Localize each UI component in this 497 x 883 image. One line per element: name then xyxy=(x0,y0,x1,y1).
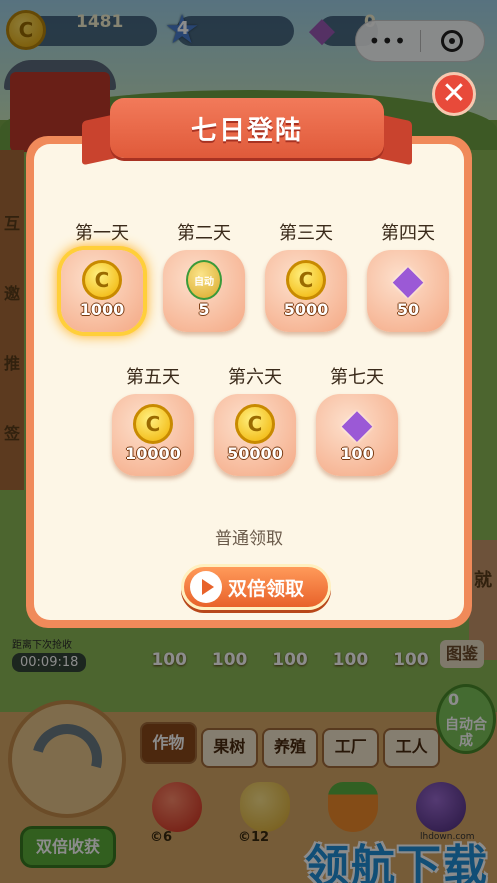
day-label: 第四天 xyxy=(381,223,435,244)
ribbon-banner: 七日登陆 xyxy=(110,98,384,158)
reward-amount: 50 xyxy=(396,300,420,319)
day-label: 第七天 xyxy=(330,367,384,388)
reward-tile[interactable]: C 1000 xyxy=(61,250,143,332)
coin-icon: C xyxy=(82,260,122,300)
coin-icon: C xyxy=(235,404,275,444)
close-icon: ✕ xyxy=(441,76,467,111)
seven-day-login-dialog: 第一天 C 1000 第二天 自动 5 第三天 C 5000 第四天 ◆ 50 xyxy=(26,136,472,628)
dialog-body: 第一天 C 1000 第二天 自动 5 第三天 C 5000 第四天 ◆ 50 xyxy=(34,144,464,620)
day-1[interactable]: 第一天 C 1000 xyxy=(58,222,146,332)
reward-tile[interactable]: 自动 5 xyxy=(163,250,245,332)
gem-icon: ◆ xyxy=(341,401,373,447)
day-5[interactable]: 第五天 C 10000 xyxy=(109,366,197,476)
reward-amount: 100 xyxy=(340,444,374,463)
reward-amount: 5 xyxy=(198,300,210,319)
reward-tile[interactable]: C 10000 xyxy=(112,394,194,476)
reward-tile[interactable]: ◆ 50 xyxy=(367,250,449,332)
day-label: 第五天 xyxy=(126,367,180,388)
day-2[interactable]: 第二天 自动 5 xyxy=(160,222,248,332)
auto-merge-icon: 自动 xyxy=(184,260,224,300)
coin-icon: C xyxy=(133,404,173,444)
day-4[interactable]: 第四天 ◆ 50 xyxy=(364,222,452,332)
title-ribbon: 七日登陆 xyxy=(82,90,412,166)
dialog-title: 七日登陆 xyxy=(190,115,303,146)
reward-amount: 50000 xyxy=(227,444,283,463)
day-6[interactable]: 第六天 C 50000 xyxy=(211,366,299,476)
reward-amount: 5000 xyxy=(283,300,329,319)
day-label: 第三天 xyxy=(279,223,333,244)
day-3[interactable]: 第三天 C 5000 xyxy=(262,222,350,332)
normal-claim-link[interactable]: 普通领取 xyxy=(34,524,464,549)
day-label: 第六天 xyxy=(228,367,282,388)
close-button[interactable]: ✕ xyxy=(432,72,476,116)
play-video-icon xyxy=(190,571,222,603)
reward-tile[interactable]: ◆ 100 xyxy=(316,394,398,476)
reward-amount: 1000 xyxy=(79,300,125,319)
reward-tile[interactable]: C 50000 xyxy=(214,394,296,476)
reward-tile[interactable]: C 5000 xyxy=(265,250,347,332)
day-label: 第一天 xyxy=(75,223,129,244)
day-label: 第二天 xyxy=(177,223,231,244)
double-claim-label: 双倍领取 xyxy=(228,577,305,600)
day-7[interactable]: 第七天 ◆ 100 xyxy=(313,366,401,476)
gem-icon: ◆ xyxy=(392,257,424,303)
double-claim-button[interactable]: 双倍领取 xyxy=(181,564,331,610)
coin-icon: C xyxy=(286,260,326,300)
reward-amount: 10000 xyxy=(125,444,181,463)
